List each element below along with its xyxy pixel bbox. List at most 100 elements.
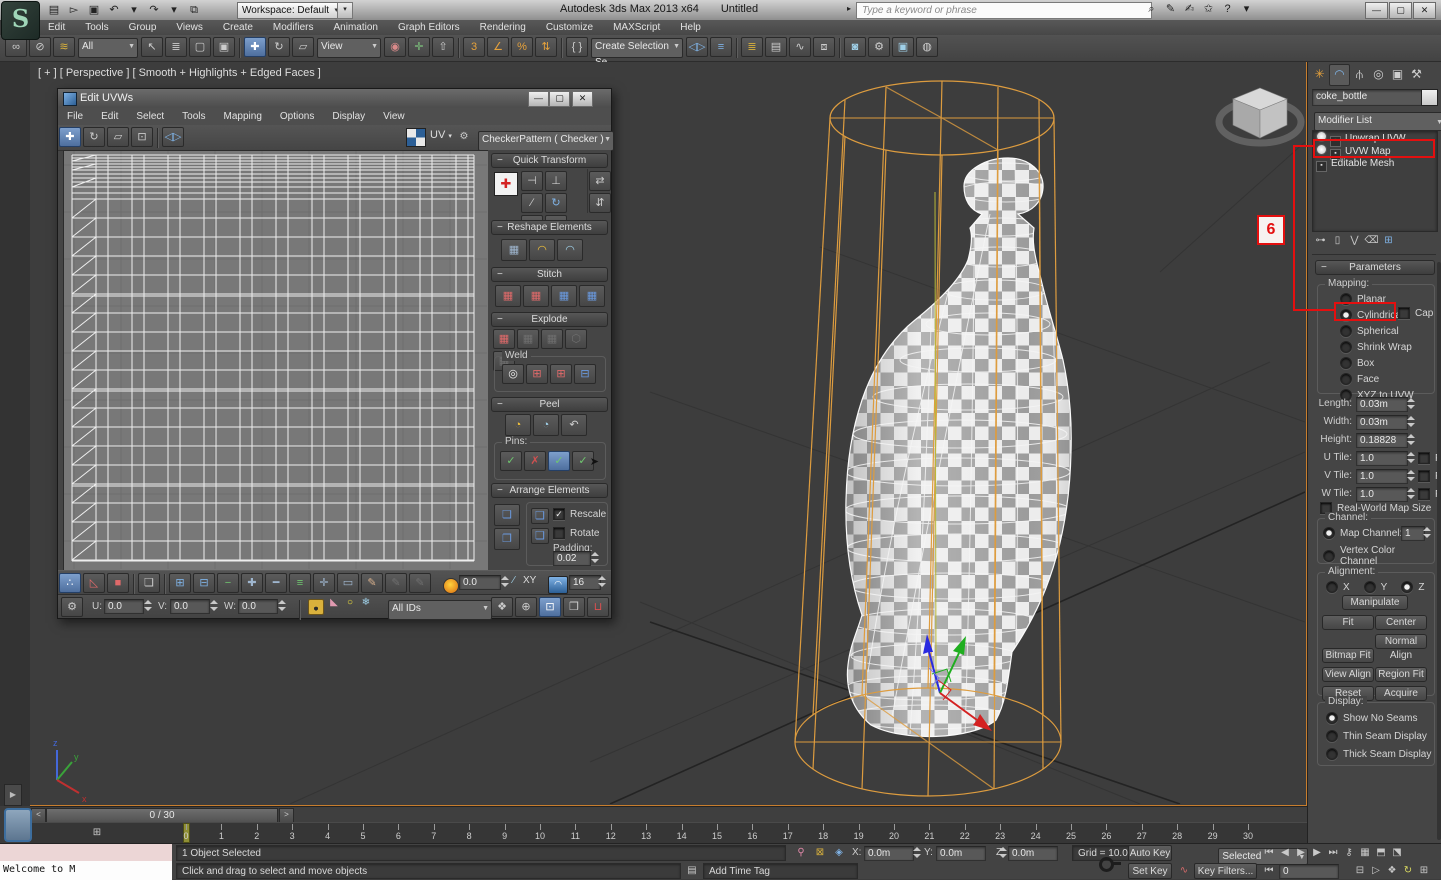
manipulate-button[interactable]: Manipulate: [1342, 595, 1408, 610]
align-axis-x-radio[interactable]: X: [1326, 581, 1350, 593]
sign-in-icon[interactable]: ✍: [1180, 2, 1199, 17]
rescale-elements-icon[interactable]: ❏: [531, 508, 549, 524]
spinner[interactable]: [1405, 414, 1416, 429]
peel-reset-icon[interactable]: ↶: [561, 414, 587, 436]
rollout-explode[interactable]: −Explode: [491, 312, 608, 327]
flatten-by-face-icon[interactable]: ⬡: [565, 329, 587, 349]
lock-selection-icon[interactable]: [308, 599, 324, 615]
command-panel-scrollbar[interactable]: [1437, 262, 1441, 840]
menu-help[interactable]: Help: [670, 20, 711, 35]
break-icon[interactable]: ⊟: [574, 364, 596, 384]
menu-tools[interactable]: Tools: [173, 108, 214, 125]
menu-animation[interactable]: Animation: [323, 20, 387, 35]
time-config-icon[interactable]: ⊟: [1352, 863, 1368, 879]
x-field[interactable]: 0.0m: [864, 846, 914, 861]
menu-create[interactable]: Create: [213, 20, 263, 35]
make-unique-icon[interactable]: ⋁: [1346, 234, 1363, 249]
favorites-star-icon[interactable]: ✩: [1199, 2, 1218, 17]
add-time-tag[interactable]: Add Time Tag: [703, 863, 858, 879]
rescale-checkbox[interactable]: ✓Rescale: [553, 508, 606, 520]
bitmap-fit-button[interactable]: Bitmap Fit: [1322, 648, 1374, 663]
stack-item-unwrap-uvw[interactable]: ▪Unwrap UVW: [1313, 131, 1437, 144]
current-frame-field[interactable]: 0: [1279, 864, 1339, 879]
show-end-result-icon[interactable]: ▯: [1329, 234, 1346, 249]
quick-peel-icon[interactable]: ◔: [505, 414, 531, 436]
menu-options[interactable]: Options: [271, 108, 323, 125]
configure-modifier-sets-icon[interactable]: ⊞: [1380, 234, 1397, 249]
soft-selection-value-field[interactable]: 0.0: [459, 575, 501, 590]
minimized-window-icon[interactable]: [4, 808, 32, 842]
select-object-icon[interactable]: ↖: [141, 37, 163, 57]
mirror-icon[interactable]: ◁▷: [686, 37, 708, 57]
paint-grow-icon[interactable]: ✎: [385, 573, 407, 593]
ring-grow-icon[interactable]: ✛: [313, 573, 335, 593]
select-and-scale-icon[interactable]: ▱: [292, 37, 314, 57]
open-mini-curve-editor-icon[interactable]: ⊞: [87, 825, 107, 841]
element-mode-icon[interactable]: ❏: [138, 573, 160, 593]
default-in-out-icon[interactable]: ▦: [1357, 845, 1373, 861]
close-button[interactable]: ✕: [1413, 2, 1436, 19]
bind-to-space-warp-icon[interactable]: ≋: [53, 37, 75, 57]
material-editor-icon[interactable]: ◙: [844, 37, 866, 57]
map-channel-radio[interactable]: Map Channel:: [1323, 527, 1402, 539]
menu-customize[interactable]: Customize: [536, 20, 603, 35]
width-field[interactable]: 0.03m: [1356, 415, 1408, 430]
x-spinner[interactable]: [911, 845, 922, 860]
stitch-source-icon[interactable]: ▦: [523, 285, 549, 307]
auto-key-button[interactable]: Auto Key: [1128, 845, 1172, 861]
menu-rendering[interactable]: Rendering: [470, 20, 536, 35]
zoom-region-icon[interactable]: ⊡: [539, 597, 561, 617]
falloff-linear-icon[interactable]: ∕: [513, 575, 515, 586]
z-field[interactable]: 0.0m: [1008, 846, 1058, 861]
tab-modify[interactable]: ◠: [1329, 64, 1350, 86]
new-key-wave-icon[interactable]: ∿: [1176, 863, 1192, 879]
menu-graph-editors[interactable]: Graph Editors: [388, 20, 470, 35]
set-key-big-icon[interactable]: [1098, 848, 1122, 876]
keyboard-shortcut-override-icon[interactable]: ⇧: [432, 37, 454, 57]
weld-all-icon[interactable]: ⊞: [550, 364, 572, 384]
space-horizontal-icon[interactable]: ⇄: [589, 171, 611, 191]
w-tile-field[interactable]: 1.0: [1356, 487, 1408, 502]
object-name-field[interactable]: coke_bottle: [1312, 89, 1424, 106]
select-and-move-icon[interactable]: ✚: [244, 37, 266, 57]
app-logo-3dsmax-icon[interactable]: S: [1, 1, 40, 40]
falloff-type-icon[interactable]: ◠: [548, 576, 568, 594]
mini-curve2-icon[interactable]: ⬔: [1389, 845, 1405, 861]
viewport-plus-menu[interactable]: [ + ]: [38, 67, 57, 79]
select-and-rotate-icon[interactable]: ↻: [268, 37, 290, 57]
grow-selection-icon[interactable]: ✚: [241, 573, 263, 593]
stack-item-uvw-map[interactable]: ▪UVW Map: [1313, 144, 1437, 157]
maximize-viewport-icon[interactable]: ⊞: [1416, 863, 1432, 879]
linear-align-icon[interactable]: ∕: [521, 193, 543, 213]
acquire-button[interactable]: Acquire: [1375, 686, 1427, 701]
redo-icon[interactable]: ↷: [144, 2, 164, 18]
macro-recorder-pane[interactable]: [0, 844, 172, 862]
uv-space-label[interactable]: UV ▾: [430, 129, 452, 141]
new-file-icon[interactable]: ▤: [44, 2, 64, 18]
v-field[interactable]: 0.0: [170, 599, 210, 614]
schematic-view-icon[interactable]: ⧈: [813, 37, 835, 57]
remove-modifier-icon[interactable]: ⌫: [1363, 234, 1380, 249]
height-field[interactable]: 0.18828: [1356, 433, 1408, 448]
menu-edit[interactable]: Edit: [38, 20, 75, 35]
absolute-offset-icon[interactable]: ◈: [831, 845, 847, 861]
texture-checker-dropdown[interactable]: CheckerPattern ( Checker )▼: [478, 131, 614, 151]
loop-extend-icon[interactable]: ≡: [289, 573, 311, 593]
face-subobject-icon[interactable]: ■: [107, 573, 129, 593]
tab-create[interactable]: ✳: [1310, 65, 1329, 85]
spinner-snap-icon[interactable]: ⇅: [535, 37, 557, 57]
curve-editor-icon[interactable]: ∿: [789, 37, 811, 57]
rollout-arrange-elements[interactable]: −Arrange Elements: [491, 483, 608, 498]
tab-utilities[interactable]: ⚒: [1407, 65, 1426, 85]
unlink-selection-icon[interactable]: ⊘: [29, 37, 51, 57]
weld-selected-icon[interactable]: ⊞: [526, 364, 548, 384]
visibility-bulb-icon[interactable]: [1316, 131, 1327, 142]
mapping-spherical-radio[interactable]: Spherical: [1340, 325, 1414, 337]
object-color-swatch[interactable]: [1421, 89, 1438, 106]
filter-selected-faces-icon[interactable]: ◣: [326, 595, 342, 611]
help-dropdown-icon[interactable]: ▾: [1237, 2, 1256, 17]
v-spinner[interactable]: [208, 598, 219, 613]
shrink-planar-icon[interactable]: ⊟: [193, 573, 215, 593]
spinner[interactable]: [1405, 486, 1416, 501]
rotate-elements-icon[interactable]: ❏: [531, 528, 549, 544]
